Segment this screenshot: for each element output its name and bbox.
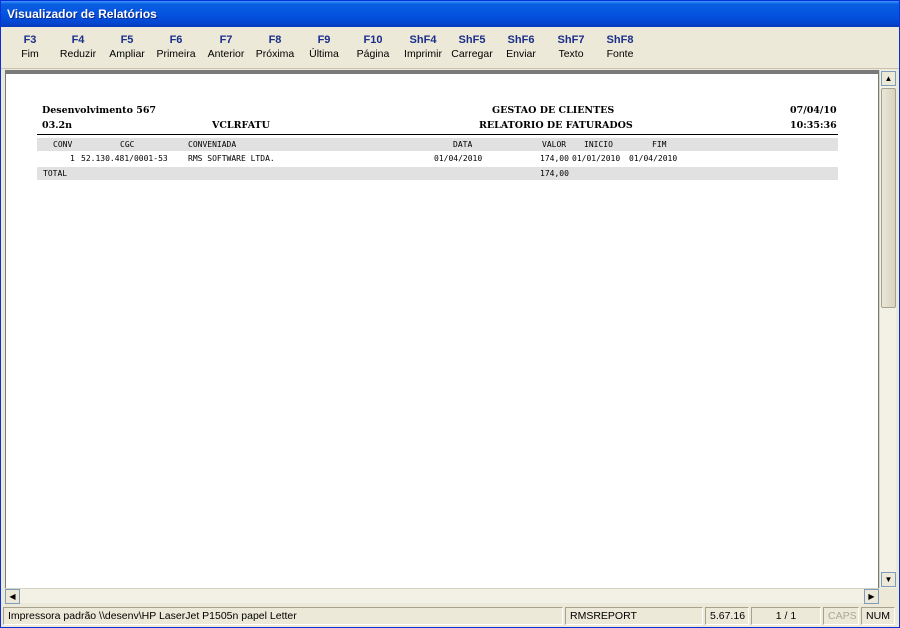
shortcut-key: ShF8 [606, 34, 634, 46]
shortcut-key: ShF7 [557, 34, 585, 46]
button-label: Ampliar [109, 48, 145, 60]
button-label: Próxima [255, 48, 295, 60]
arrow-left-icon[interactable]: ◀ [5, 589, 20, 604]
next-page-button[interactable]: F8 Próxima [250, 34, 300, 61]
button-label: Texto [558, 48, 584, 60]
col-valor: VALOR [542, 140, 567, 149]
button-label: Reduzir [59, 48, 97, 60]
arrow-up-icon[interactable]: ▲ [881, 71, 896, 86]
column-header-band [37, 138, 838, 151]
button-label: Página [356, 48, 390, 60]
button-label: Fonte [606, 48, 634, 60]
shortcut-key: F9 [317, 34, 331, 46]
total-label: TOTAL [43, 169, 68, 178]
window-title: Visualizador de Relatórios [7, 7, 157, 21]
button-label: Última [309, 48, 339, 60]
shortcut-key: ShF6 [507, 34, 535, 46]
total-band [37, 167, 838, 180]
toolbar: F3 Fim F4 Reduzir F5 Ampliar F6 Primeira… [1, 27, 899, 69]
report-subtitle: RELATORIO DE FATURADOS [479, 120, 633, 131]
end-button[interactable]: F3 Fim [5, 34, 55, 61]
col-inicio: INICIO [584, 140, 613, 149]
shortcut-key: F7 [219, 34, 233, 46]
button-label: Enviar [506, 48, 536, 60]
cell-cgc: 52.130.481/0001-53 [81, 154, 168, 163]
num-indicator: NUM [861, 607, 895, 625]
button-label: Primeira [156, 48, 196, 60]
button-label: Anterior [207, 48, 245, 60]
previous-page-button[interactable]: F7 Anterior [201, 34, 251, 61]
cell-conv: 1 [70, 154, 75, 163]
caps-indicator: CAPS [823, 607, 859, 625]
title-bar[interactable]: Visualizador de Relatórios [1, 1, 899, 27]
shortcut-key: F10 [363, 34, 383, 46]
report-time: 10:35:36 [790, 120, 837, 131]
report-title: GESTAO DE CLIENTES [492, 105, 615, 116]
report-program: VCLRFATU [212, 120, 270, 131]
report-company: Desenvolvimento 567 [42, 105, 157, 116]
cell-fim: 01/04/2010 [629, 154, 678, 163]
zoom-in-button[interactable]: F5 Ampliar [102, 34, 152, 61]
button-label: Imprimir [404, 48, 442, 60]
page-status: 1 / 1 [751, 607, 821, 625]
shortcut-key: ShF4 [409, 34, 437, 46]
report-canvas[interactable]: Desenvolvimento 567 03.2n VCLRFATU GESTA… [5, 70, 879, 588]
button-label: Fim [21, 48, 39, 60]
report-date: 07/04/10 [790, 105, 837, 116]
col-conveniada: CONVENIADA [188, 140, 237, 149]
col-conv: CONV [53, 140, 73, 149]
module-status: RMSREPORT [565, 607, 703, 625]
last-page-button[interactable]: F9 Última [299, 34, 349, 61]
button-label: Carregar [451, 48, 493, 60]
vertical-scrollbar[interactable]: ▲ ▼ [879, 70, 896, 588]
cell-data: 01/04/2010 [434, 154, 483, 163]
report-viewer-window: Visualizador de Relatórios F3 Fim F4 Red… [0, 0, 900, 628]
shortcut-key: ShF5 [458, 34, 486, 46]
col-fim: FIM [652, 140, 667, 149]
text-button[interactable]: ShF7 Texto [546, 34, 596, 61]
shortcut-key: F6 [169, 34, 183, 46]
version-status: 5.67.16 [705, 607, 749, 625]
zoom-out-button[interactable]: F4 Reduzir [53, 34, 103, 61]
horizontal-scrollbar[interactable]: ◀ ▶ [5, 588, 879, 604]
shortcut-key: F3 [23, 34, 37, 46]
go-to-page-button[interactable]: F10 Página [348, 34, 398, 61]
report-version: 03.2n [42, 120, 73, 131]
status-bar: Impressora padrão \\desenv\HP LaserJet P… [1, 604, 899, 627]
shortcut-key: F8 [268, 34, 282, 46]
cell-inicio: 01/01/2010 [572, 154, 621, 163]
print-button[interactable]: ShF4 Imprimir [398, 34, 448, 61]
font-button[interactable]: ShF8 Fonte [595, 34, 645, 61]
printer-status: Impressora padrão \\desenv\HP LaserJet P… [3, 607, 563, 625]
shortcut-key: F4 [71, 34, 85, 46]
col-cgc: CGC [120, 140, 135, 149]
report-page: Desenvolvimento 567 03.2n VCLRFATU GESTA… [6, 74, 878, 588]
arrow-down-icon[interactable]: ▼ [881, 572, 896, 587]
shortcut-key: F5 [120, 34, 134, 46]
send-button[interactable]: ShF6 Enviar [496, 34, 546, 61]
cell-valor: 174,00 [540, 154, 569, 163]
total-value: 174,00 [540, 169, 569, 178]
col-data: DATA [453, 140, 473, 149]
scroll-thumb[interactable] [881, 88, 896, 308]
load-button[interactable]: ShF5 Carregar [447, 34, 497, 61]
arrow-right-icon[interactable]: ▶ [864, 589, 879, 604]
cell-conveniada: RMS SOFTWARE LTDA. [188, 154, 275, 163]
header-divider [37, 134, 838, 135]
scroll-corner [879, 588, 896, 603]
first-page-button[interactable]: F6 Primeira [151, 34, 201, 61]
